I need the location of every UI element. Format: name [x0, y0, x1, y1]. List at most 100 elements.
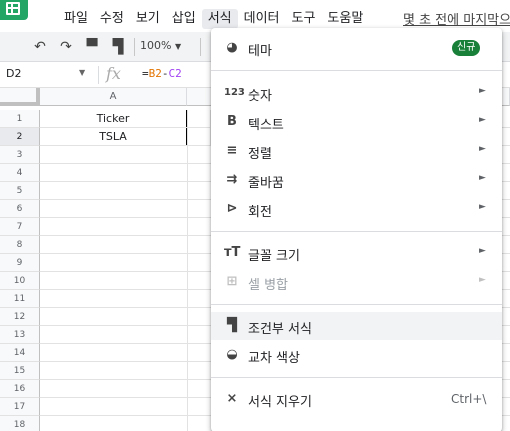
- column-header-a[interactable]: A: [40, 88, 187, 106]
- cell-a1[interactable]: Ticker: [40, 110, 187, 128]
- menu-divider: [211, 377, 502, 378]
- menu-item-align[interactable]: ≡ 정렬 ►: [211, 137, 502, 165]
- submenu-arrow-icon: ►: [479, 246, 486, 256]
- menu-data[interactable]: 데이터: [238, 9, 286, 29]
- row-header[interactable]: 14: [0, 344, 40, 362]
- formula-operator: -: [161, 67, 169, 80]
- select-all-corner[interactable]: [0, 88, 40, 106]
- row-header[interactable]: 17: [0, 398, 40, 416]
- formula-ref-1: B2: [148, 67, 162, 80]
- row-header[interactable]: 4: [0, 164, 40, 182]
- number-icon: 123: [224, 87, 245, 98]
- row-header[interactable]: 6: [0, 200, 40, 218]
- menu-item-wrap[interactable]: ⇉ 줄바꿈 ►: [211, 166, 502, 194]
- new-badge: 신규: [452, 40, 481, 56]
- clear-format-shortcut: Ctrl+\: [451, 392, 487, 406]
- menu-item-alternating-colors[interactable]: ◒ 교차 색상: [211, 341, 502, 369]
- rotate-text-icon: ⊳: [226, 201, 238, 216]
- alternating-colors-label: 교차 색상: [248, 351, 300, 366]
- rotate-label: 회전: [248, 205, 272, 220]
- font-size-label: 글꼴 크기: [248, 249, 300, 264]
- row-header[interactable]: 5: [0, 182, 40, 200]
- merge-cells-icon: ⊞: [226, 274, 238, 289]
- palette-icon: ◕: [226, 40, 238, 55]
- text-label: 텍스트: [248, 118, 284, 133]
- function-icon: fx: [106, 64, 121, 83]
- row-header[interactable]: 18: [0, 416, 40, 431]
- print-icon[interactable]: ▀: [82, 38, 102, 56]
- redo-icon[interactable]: ↷: [56, 38, 76, 56]
- last-edit-link[interactable]: 몇 초 전에 마지막으: [403, 9, 510, 28]
- wrap-icon: ⇉: [226, 172, 238, 187]
- submenu-arrow-icon: ►: [479, 202, 486, 212]
- submenu-arrow-icon: ►: [479, 144, 486, 154]
- clear-format-label: 서식 지우기: [248, 395, 312, 410]
- menu-insert[interactable]: 삽입: [166, 9, 202, 29]
- menu-item-conditional-format[interactable]: ▜ 조건부 서식: [211, 312, 502, 340]
- menu-item-clear-format[interactable]: ⨯ 서식 지우기 Ctrl+\: [211, 385, 502, 413]
- toolbar-divider: [134, 38, 135, 56]
- sheets-logo-icon[interactable]: [0, 0, 28, 20]
- submenu-arrow-icon: ►: [479, 115, 486, 125]
- zoom-dropdown-icon: ▼: [174, 42, 182, 51]
- row-header[interactable]: 10: [0, 272, 40, 290]
- row-header[interactable]: 7: [0, 218, 40, 236]
- font-size-icon: ᴛT: [224, 245, 241, 260]
- format-menu: ◕ 테마 신규 123 숫자 ► B 텍스트 ► ≡ 정렬 ► ⇉ 줄바꿈 ► …: [211, 28, 502, 431]
- menu-items: 파일 수정 보기 삽입 서식 데이터 도구 도움말: [58, 9, 369, 29]
- align-icon: ≡: [226, 143, 238, 158]
- wrap-label: 줄바꿈: [248, 176, 284, 191]
- row-header[interactable]: 13: [0, 326, 40, 344]
- paint-roller-icon: ▜: [227, 318, 237, 333]
- zoom-select[interactable]: 100% ▼: [140, 39, 181, 52]
- clear-format-icon: ⨯: [226, 391, 238, 406]
- formula-input[interactable]: =B2-C2: [142, 67, 182, 80]
- cell-b1[interactable]: [187, 110, 211, 128]
- row-header[interactable]: 1: [0, 110, 40, 128]
- toolbar-divider: [200, 38, 201, 56]
- menu-divider: [211, 70, 502, 71]
- row-header[interactable]: 3: [0, 146, 40, 164]
- formula-ref-2: C2: [168, 67, 182, 80]
- menu-item-font-size[interactable]: ᴛT 글꼴 크기 ►: [211, 239, 502, 267]
- theme-label: 테마: [248, 44, 272, 59]
- row-header[interactable]: 9: [0, 254, 40, 272]
- cell-b2[interactable]: [187, 128, 211, 146]
- submenu-arrow-icon: ►: [479, 275, 486, 285]
- formula-prefix: =: [142, 67, 149, 80]
- menu-item-merge: ⊞ 셀 병합 ►: [211, 268, 502, 296]
- menu-item-text[interactable]: B 텍스트 ►: [211, 108, 502, 136]
- align-label: 정렬: [248, 147, 272, 162]
- merge-label: 셀 병합: [248, 278, 289, 293]
- formula-divider: [98, 66, 99, 84]
- row-header[interactable]: 8: [0, 236, 40, 254]
- name-box[interactable]: D2: [6, 67, 21, 80]
- menu-divider: [211, 231, 502, 232]
- submenu-arrow-icon: ►: [479, 173, 486, 183]
- menu-view[interactable]: 보기: [130, 9, 166, 29]
- row-header[interactable]: 2: [0, 128, 40, 146]
- row-header[interactable]: 12: [0, 308, 40, 326]
- undo-icon[interactable]: ↶: [30, 38, 50, 56]
- menu-format[interactable]: 서식: [201, 9, 238, 29]
- menu-file[interactable]: 파일: [58, 9, 94, 29]
- number-label: 숫자: [248, 89, 272, 104]
- row-header[interactable]: 11: [0, 290, 40, 308]
- fill-drop-icon: ◒: [226, 347, 238, 362]
- gridline: [187, 110, 188, 431]
- cell-a2[interactable]: TSLA: [40, 128, 187, 146]
- row-header[interactable]: 15: [0, 362, 40, 380]
- menu-edit[interactable]: 수정: [94, 9, 130, 29]
- zoom-value: 100%: [140, 39, 172, 52]
- bold-icon: B: [227, 114, 237, 129]
- name-box-dropdown-icon[interactable]: ▼: [79, 68, 85, 77]
- menu-help[interactable]: 도움말: [321, 9, 369, 29]
- paint-format-icon[interactable]: ▜: [108, 38, 128, 56]
- menu-item-number[interactable]: 123 숫자 ►: [211, 79, 502, 107]
- conditional-format-label: 조건부 서식: [248, 322, 312, 337]
- row-header[interactable]: 16: [0, 380, 40, 398]
- menu-item-theme[interactable]: ◕ 테마 신규: [211, 34, 502, 62]
- submenu-arrow-icon: ►: [479, 86, 486, 96]
- menu-tools[interactable]: 도구: [286, 9, 322, 29]
- menu-item-rotate[interactable]: ⊳ 회전 ►: [211, 195, 502, 223]
